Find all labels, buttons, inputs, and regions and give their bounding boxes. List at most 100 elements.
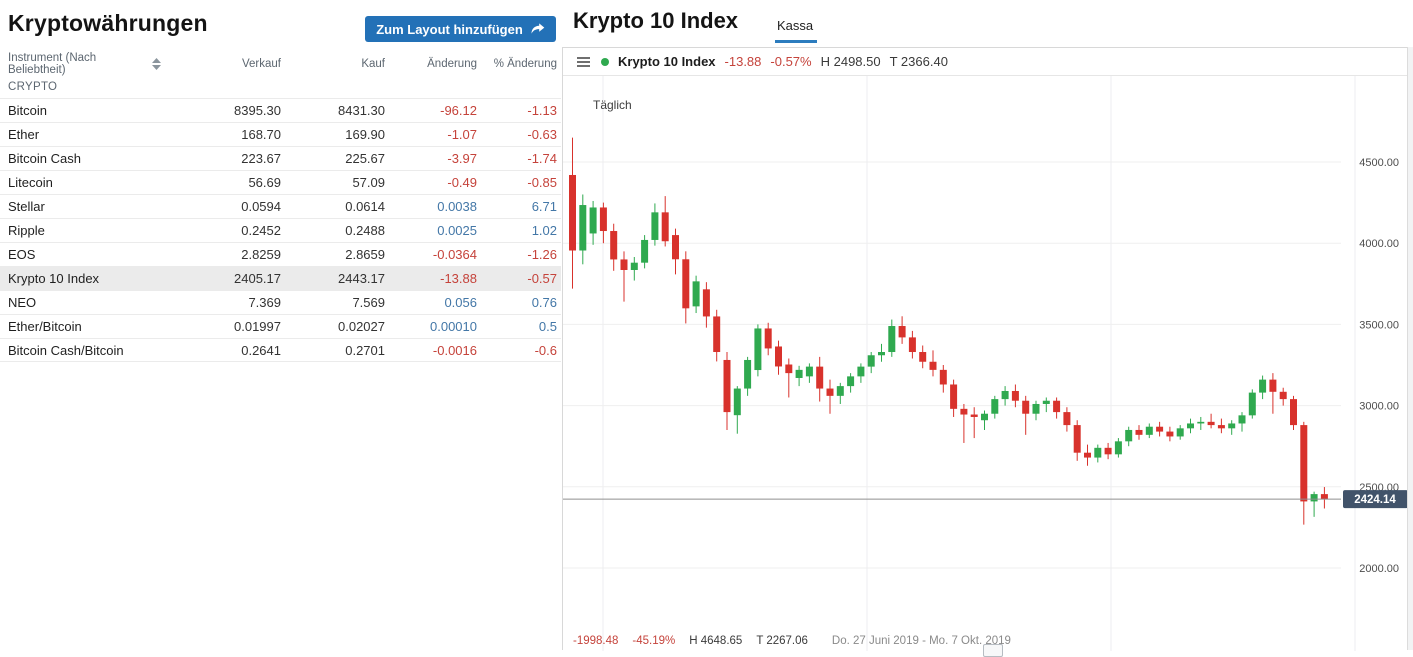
candle-body bbox=[1146, 427, 1153, 435]
watchlist-group-label: CRYPTO bbox=[0, 76, 57, 98]
table-row[interactable]: EOS2.82592.8659-0.0364-1.26 bbox=[0, 242, 561, 266]
candle-body bbox=[1084, 453, 1091, 458]
current-price-badge-label: 2424.14 bbox=[1354, 494, 1396, 506]
candle-body bbox=[754, 328, 761, 370]
candle-body bbox=[682, 259, 689, 308]
candle-body bbox=[1300, 425, 1307, 501]
candle-body bbox=[693, 281, 700, 306]
candle-body bbox=[1280, 392, 1287, 399]
table-row[interactable]: Ripple0.24520.24880.00251.02 bbox=[0, 218, 561, 242]
candle-body bbox=[1177, 428, 1184, 436]
candle-body bbox=[765, 328, 772, 348]
column-header-instrument[interactable]: Instrument (Nach Beliebtheit) bbox=[0, 52, 161, 76]
sort-arrows-icon bbox=[152, 58, 161, 70]
candle-body bbox=[1156, 427, 1163, 432]
candle-body bbox=[569, 175, 576, 251]
buy-value: 8431.30 bbox=[281, 103, 385, 118]
y-axis-tick-label: 3000.00 bbox=[1359, 401, 1399, 413]
candle-body bbox=[785, 365, 792, 374]
change-value: -0.0364 bbox=[385, 247, 477, 262]
candle-body bbox=[775, 346, 782, 366]
change-pct-value: -0.63 bbox=[477, 127, 557, 142]
sell-value: 0.0594 bbox=[161, 199, 281, 214]
chart-section: Krypto 10 Index Kassa Krypto 10 Index -1… bbox=[562, 0, 1413, 650]
candle-body bbox=[621, 259, 628, 270]
table-row[interactable]: NEO7.3697.5690.0560.76 bbox=[0, 290, 561, 314]
instrument-name: Litecoin bbox=[0, 175, 161, 190]
chart-header: Krypto 10 Index -13.88 -0.57% H 2498.50 … bbox=[563, 48, 1408, 76]
candle-body bbox=[672, 235, 679, 259]
market-open-dot-icon bbox=[601, 58, 609, 66]
y-axis-tick-label: 2000.00 bbox=[1359, 563, 1399, 575]
timeframe-label: Täglich bbox=[593, 98, 632, 112]
table-row[interactable]: Ether/Bitcoin0.019970.020270.000100.5 bbox=[0, 314, 561, 338]
candle-body bbox=[713, 316, 720, 352]
chart-day-high: H 2498.50 bbox=[821, 54, 881, 69]
watchlist-rows: Bitcoin8395.308431.30-96.12-1.13Ether168… bbox=[0, 98, 561, 362]
buy-value: 57.09 bbox=[281, 175, 385, 190]
change-value: 0.0038 bbox=[385, 199, 477, 214]
chart-plot-area[interactable]: 4500.004000.003500.003000.002500.002000.… bbox=[563, 76, 1408, 651]
add-to-layout-button[interactable]: Zum Layout hinzufügen bbox=[365, 16, 556, 42]
table-row[interactable]: Bitcoin Cash/Bitcoin0.26410.2701-0.0016-… bbox=[0, 338, 561, 362]
y-axis-tick-label: 3500.00 bbox=[1359, 319, 1399, 331]
vertical-scrollbar[interactable] bbox=[1407, 47, 1413, 650]
candle-body bbox=[940, 370, 947, 385]
change-value: -13.88 bbox=[385, 271, 477, 286]
candle-body bbox=[1115, 441, 1122, 454]
sell-value: 56.69 bbox=[161, 175, 281, 190]
candle-body bbox=[847, 376, 854, 386]
candle-body bbox=[590, 207, 597, 233]
candle-body bbox=[816, 367, 823, 389]
sell-value: 8395.30 bbox=[161, 103, 281, 118]
buy-value: 2443.17 bbox=[281, 271, 385, 286]
candle-body bbox=[1022, 401, 1029, 414]
sell-value: 0.2452 bbox=[161, 223, 281, 238]
column-header-change[interactable]: Änderung bbox=[385, 58, 477, 70]
change-pct-value: -0.57 bbox=[477, 271, 557, 286]
candle-body bbox=[991, 399, 998, 414]
change-pct-value: 1.02 bbox=[477, 223, 557, 238]
table-row[interactable]: Krypto 10 Index2405.172443.17-13.88-0.57 bbox=[0, 266, 561, 290]
calendar-panel-icon[interactable] bbox=[983, 644, 1003, 657]
chart-change-value: -13.88 bbox=[725, 54, 762, 69]
column-header-sell[interactable]: Verkauf bbox=[161, 58, 281, 70]
candle-body bbox=[971, 415, 978, 417]
candle-body bbox=[806, 367, 813, 377]
candle-body bbox=[1239, 415, 1246, 423]
candles bbox=[569, 138, 1328, 525]
change-value: -3.97 bbox=[385, 151, 477, 166]
candle-body bbox=[857, 367, 864, 377]
period-change-pct: -45.19% bbox=[632, 635, 675, 647]
candle-body bbox=[1208, 422, 1215, 425]
candle-body bbox=[909, 337, 916, 352]
table-row[interactable]: Stellar0.05940.06140.00386.71 bbox=[0, 194, 561, 218]
change-value: -0.49 bbox=[385, 175, 477, 190]
chart-day-low: T 2366.40 bbox=[890, 54, 948, 69]
candle-body bbox=[610, 231, 617, 259]
candle-body bbox=[950, 384, 957, 408]
candle-body bbox=[1125, 430, 1132, 441]
change-value: -1.07 bbox=[385, 127, 477, 142]
tab-kassa[interactable]: Kassa bbox=[777, 18, 813, 33]
table-row[interactable]: Litecoin56.6957.09-0.49-0.85 bbox=[0, 170, 561, 194]
table-row[interactable]: Ether168.70169.90-1.07-0.63 bbox=[0, 122, 561, 146]
candle-body bbox=[662, 212, 669, 241]
column-header-change-pct[interactable]: % Änderung bbox=[477, 58, 557, 70]
candle-body bbox=[899, 326, 906, 337]
candle-body bbox=[579, 205, 586, 250]
instrument-name: Ether/Bitcoin bbox=[0, 319, 161, 334]
period-low: T 2267.06 bbox=[756, 635, 808, 647]
column-header-buy[interactable]: Kauf bbox=[281, 58, 385, 70]
table-row[interactable]: Bitcoin8395.308431.30-96.12-1.13 bbox=[0, 98, 561, 122]
table-row[interactable]: Bitcoin Cash223.67225.67-3.97-1.74 bbox=[0, 146, 561, 170]
candle-body bbox=[1197, 422, 1204, 424]
watchlist-panel: Kryptowährungen Zum Layout hinzufügen In… bbox=[0, 0, 561, 650]
sell-value: 168.70 bbox=[161, 127, 281, 142]
y-axis-tick-label: 4500.00 bbox=[1359, 157, 1399, 169]
candle-body bbox=[1249, 393, 1256, 416]
hamburger-menu-icon[interactable] bbox=[577, 57, 590, 67]
candle-body bbox=[724, 360, 731, 412]
period-change-value: -1998.48 bbox=[573, 635, 618, 647]
period-high: H 4648.65 bbox=[689, 635, 742, 647]
